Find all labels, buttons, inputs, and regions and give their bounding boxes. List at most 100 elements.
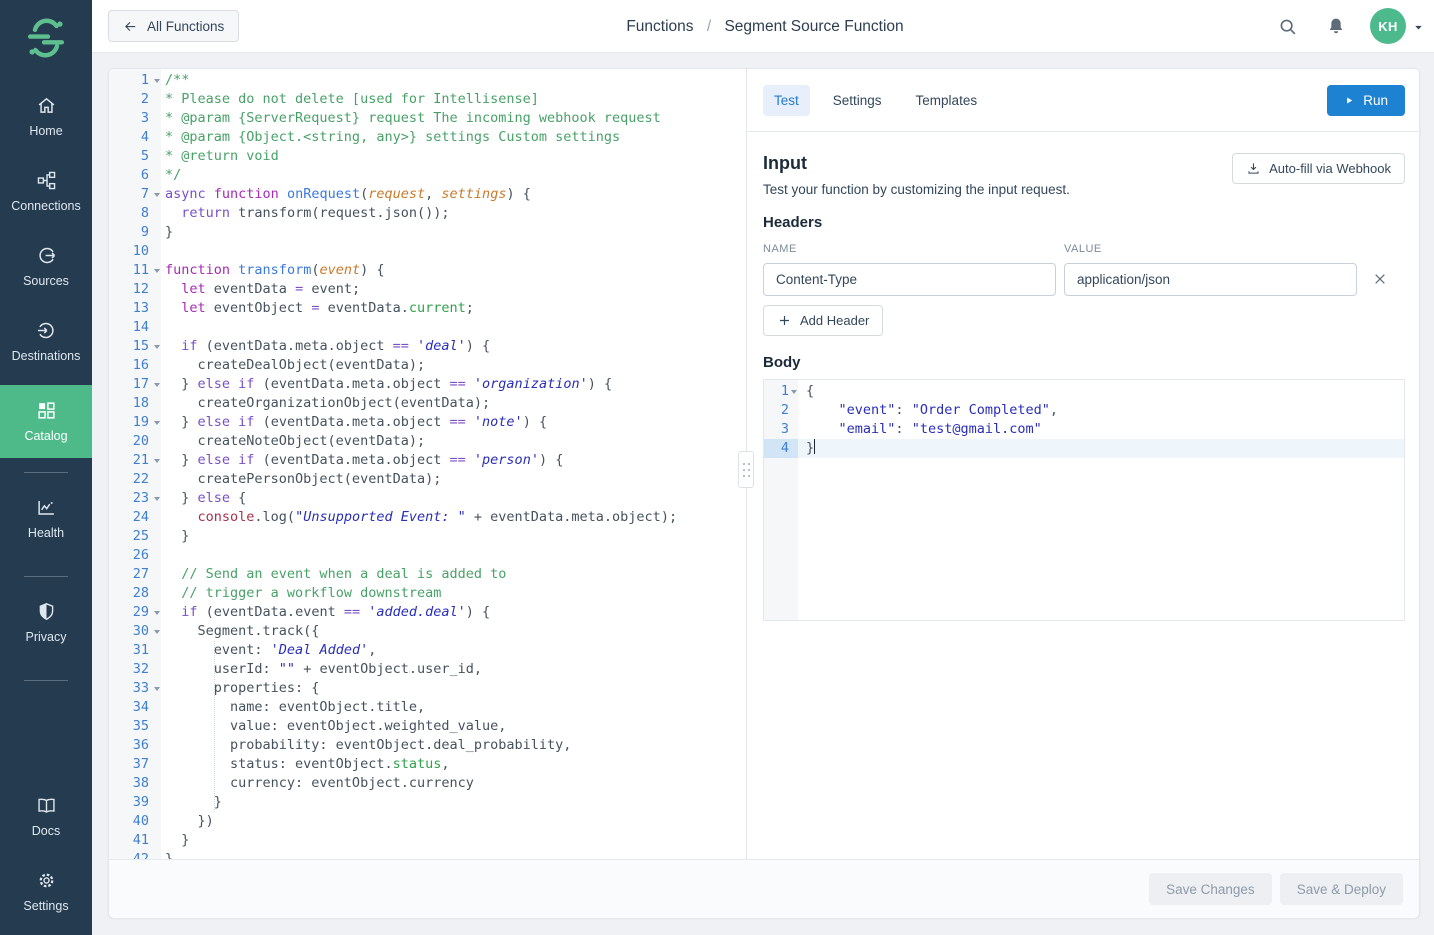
fold-toggle-icon[interactable] — [154, 497, 160, 501]
sidebar-item-connections[interactable]: Connections — [0, 160, 92, 223]
code-line[interactable]: 26 — [109, 546, 746, 565]
plus-icon — [777, 313, 792, 328]
sidebar-item-sources[interactable]: Sources — [0, 235, 92, 298]
code-line[interactable]: 1{ — [764, 382, 1404, 401]
add-header-button[interactable]: Add Header — [763, 305, 883, 336]
sidebar-item-destinations[interactable]: Destinations — [0, 310, 92, 373]
tab-templates[interactable]: Templates — [905, 85, 989, 116]
code-line[interactable]: 16 createDealObject(eventData); — [109, 356, 746, 375]
code-line[interactable]: 3 "email": "test@gmail.com" — [764, 420, 1404, 439]
run-button-label: Run — [1363, 93, 1388, 108]
sidebar-item-privacy[interactable]: Privacy — [0, 591, 92, 654]
code-line[interactable]: 29 if (eventData.event == 'added.deal') … — [109, 603, 746, 622]
input-section-description: Test your function by customizing the in… — [763, 182, 1405, 197]
code-line[interactable]: 22 createPersonObject(eventData); — [109, 470, 746, 489]
sidebar-divider — [24, 472, 68, 473]
code-text: name: eventObject.title, — [161, 698, 746, 717]
code-editor[interactable]: 1/**2* Please do not delete [used for In… — [109, 69, 746, 859]
code-line[interactable]: 27 // Send an event when a deal is added… — [109, 565, 746, 584]
code-line[interactable]: 2 "event": "Order Completed", — [764, 401, 1404, 420]
code-line[interactable]: 14 — [109, 318, 746, 337]
code-line[interactable]: 20 createNoteObject(eventData); — [109, 432, 746, 451]
line-number: 15 — [133, 338, 149, 354]
fold-toggle-icon[interactable] — [154, 79, 160, 83]
code-line[interactable]: 34 name: eventObject.title, — [109, 698, 746, 717]
header-name-input[interactable] — [763, 263, 1056, 296]
line-number: 37 — [133, 756, 149, 772]
tab-test[interactable]: Test — [763, 85, 810, 116]
fold-toggle-icon[interactable] — [154, 459, 160, 463]
code-line[interactable]: 35 value: eventObject.weighted_value, — [109, 717, 746, 736]
code-line[interactable]: 3* @param {ServerRequest} request The in… — [109, 109, 746, 128]
code-text: let eventData = event; — [161, 280, 746, 299]
segment-logo-icon[interactable] — [23, 15, 69, 61]
code-line[interactable]: 6*/ — [109, 166, 746, 185]
code-line[interactable]: 9} — [109, 223, 746, 242]
remove-header-icon[interactable] — [1372, 271, 1388, 287]
code-line[interactable]: 23 } else { — [109, 489, 746, 508]
line-number: 40 — [133, 813, 149, 829]
code-line[interactable]: 39 } — [109, 793, 746, 812]
fold-toggle-icon[interactable] — [154, 269, 160, 273]
fold-toggle-icon[interactable] — [154, 611, 160, 615]
line-number: 19 — [133, 414, 149, 430]
code-line[interactable]: 38 currency: eventObject.currency — [109, 774, 746, 793]
sidebar-item-catalog[interactable]: Catalog — [0, 385, 92, 458]
avatar[interactable]: KH — [1370, 8, 1406, 44]
code-line[interactable]: 10 — [109, 242, 746, 261]
code-line[interactable]: 7async function onRequest(request, setti… — [109, 185, 746, 204]
code-line[interactable]: 2* Please do not delete [used for Intell… — [109, 90, 746, 109]
gutter-cell: 11 — [109, 261, 161, 280]
tab-settings[interactable]: Settings — [822, 85, 893, 116]
fold-toggle-icon[interactable] — [154, 345, 160, 349]
code-line[interactable]: 21 } else if (eventData.meta.object == '… — [109, 451, 746, 470]
code-text: } — [161, 223, 746, 242]
breadcrumb-functions[interactable]: Functions — [626, 18, 693, 35]
sidebar-item-settings[interactable]: Settings — [0, 860, 92, 923]
body-editor[interactable]: 1{2 "event": "Order Completed",3 "email"… — [763, 379, 1405, 621]
fold-toggle-icon[interactable] — [154, 383, 160, 387]
run-button[interactable]: Run — [1327, 85, 1405, 116]
code-line[interactable]: 30 Segment.track({ — [109, 622, 746, 641]
account-menu-caret-icon[interactable] — [1412, 21, 1425, 34]
code-line[interactable]: 41 } — [109, 831, 746, 850]
code-line[interactable]: 1/** — [109, 71, 746, 90]
code-line[interactable]: 19 } else if (eventData.meta.object == '… — [109, 413, 746, 432]
fold-toggle-icon[interactable] — [791, 390, 797, 394]
code-line[interactable]: 12 let eventData = event; — [109, 280, 746, 299]
code-line[interactable]: 31 event: 'Deal Added', — [109, 641, 746, 660]
save-deploy-button[interactable]: Save & Deploy — [1280, 873, 1403, 905]
fold-toggle-icon[interactable] — [154, 630, 160, 634]
code-line[interactable]: 15 if (eventData.meta.object == 'deal') … — [109, 337, 746, 356]
code-line[interactable]: 24 console.log("Unsupported Event: " + e… — [109, 508, 746, 527]
code-line[interactable]: 42} — [109, 850, 746, 859]
code-line[interactable]: 37 status: eventObject.status, — [109, 755, 746, 774]
save-changes-button[interactable]: Save Changes — [1149, 873, 1272, 905]
autofill-via-webhook-button[interactable]: Auto-fill via Webhook — [1232, 153, 1405, 184]
sidebar-item-home[interactable]: Home — [0, 85, 92, 148]
code-line[interactable]: 33 properties: { — [109, 679, 746, 698]
code-text: // trigger a workflow downstream — [161, 584, 746, 603]
code-line[interactable]: 13 let eventObject = eventData.current; — [109, 299, 746, 318]
code-line[interactable]: 5* @return void — [109, 147, 746, 166]
code-line[interactable]: 36 probability: eventObject.deal_probabi… — [109, 736, 746, 755]
code-line[interactable]: 17 } else if (eventData.meta.object == '… — [109, 375, 746, 394]
code-line[interactable]: 40 }) — [109, 812, 746, 831]
notifications-bell-icon[interactable] — [1325, 16, 1347, 38]
code-line[interactable]: 4* @param {Object.<string, any>} setting… — [109, 128, 746, 147]
fold-toggle-icon[interactable] — [154, 687, 160, 691]
code-line[interactable]: 25 } — [109, 527, 746, 546]
code-line[interactable]: 8 return transform(request.json()); — [109, 204, 746, 223]
sidebar-item-docs[interactable]: Docs — [0, 785, 92, 848]
all-functions-back-button[interactable]: All Functions — [108, 10, 239, 42]
sidebar-item-health[interactable]: Health — [0, 487, 92, 550]
fold-toggle-icon[interactable] — [154, 421, 160, 425]
code-line[interactable]: 11function transform(event) { — [109, 261, 746, 280]
code-line[interactable]: 32 userId: "" + eventObject.user_id, — [109, 660, 746, 679]
code-line[interactable]: 4} — [764, 439, 1404, 458]
header-value-input[interactable] — [1064, 263, 1357, 296]
search-icon[interactable] — [1277, 16, 1299, 38]
code-line[interactable]: 28 // trigger a workflow downstream — [109, 584, 746, 603]
code-line[interactable]: 18 createOrganizationObject(eventData); — [109, 394, 746, 413]
fold-toggle-icon[interactable] — [154, 193, 160, 197]
